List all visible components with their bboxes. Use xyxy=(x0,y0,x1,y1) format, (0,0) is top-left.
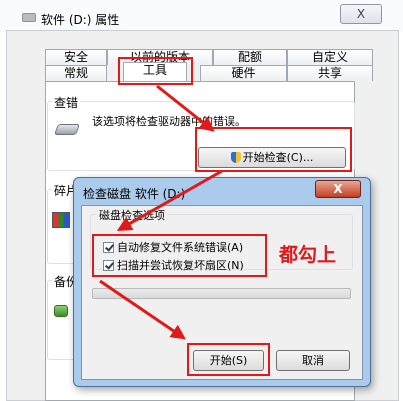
uac-shield-icon xyxy=(230,152,241,163)
tab-quota[interactable]: 配额 xyxy=(213,49,287,65)
drive-icon xyxy=(22,13,36,22)
tab-general[interactable]: 常规 xyxy=(45,65,107,81)
checkbox-checked-icon xyxy=(103,259,114,271)
start-check-button[interactable]: 开始检查(C)... xyxy=(198,147,346,168)
backup-icon xyxy=(54,305,68,317)
window-title: 软件 (D:) 属性 xyxy=(41,13,120,27)
check-options-label: 磁盘检查选项 xyxy=(97,207,167,223)
close-button[interactable]: X xyxy=(340,4,382,24)
dialog-title: 检查磁盘 软件 (D:) xyxy=(83,187,186,201)
cancel-button[interactable]: 取消 xyxy=(276,350,350,371)
start-button[interactable]: 开始(S) xyxy=(193,350,264,371)
tab-sharing[interactable]: 共享 xyxy=(287,65,373,81)
tab-tools[interactable]: 工具 xyxy=(123,62,187,81)
annotation-note: 都勾上 xyxy=(279,244,337,266)
check-progress-bar xyxy=(92,288,351,299)
title-bar: 软件 (D:) 属性 X xyxy=(0,0,403,32)
scan-bad-sectors-checkbox[interactable]: 扫描并尝试恢复坏扇区(N) xyxy=(103,257,244,273)
tab-customize[interactable]: 自定义 xyxy=(287,49,373,65)
auto-fix-checkbox[interactable]: 自动修复文件系统错误(A) xyxy=(103,239,243,255)
auto-fix-label: 自动修复文件系统错误(A) xyxy=(117,241,244,254)
tab-hardware[interactable]: 硬件 xyxy=(200,65,287,81)
checkbox-checked-icon xyxy=(103,241,114,253)
scan-bad-sectors-label: 扫描并尝试恢复坏扇区(N) xyxy=(117,259,244,272)
error-checking-label: 查错 xyxy=(52,94,81,111)
defrag-icon xyxy=(52,212,70,228)
tab-security[interactable]: 安全 xyxy=(45,49,107,65)
start-check-label: 开始检查(C)... xyxy=(242,151,314,164)
dialog-close-button[interactable]: X xyxy=(315,180,361,198)
error-checking-description: 该选项将检查驱动器中的错误。 xyxy=(92,115,246,128)
hard-drive-icon xyxy=(53,124,81,135)
